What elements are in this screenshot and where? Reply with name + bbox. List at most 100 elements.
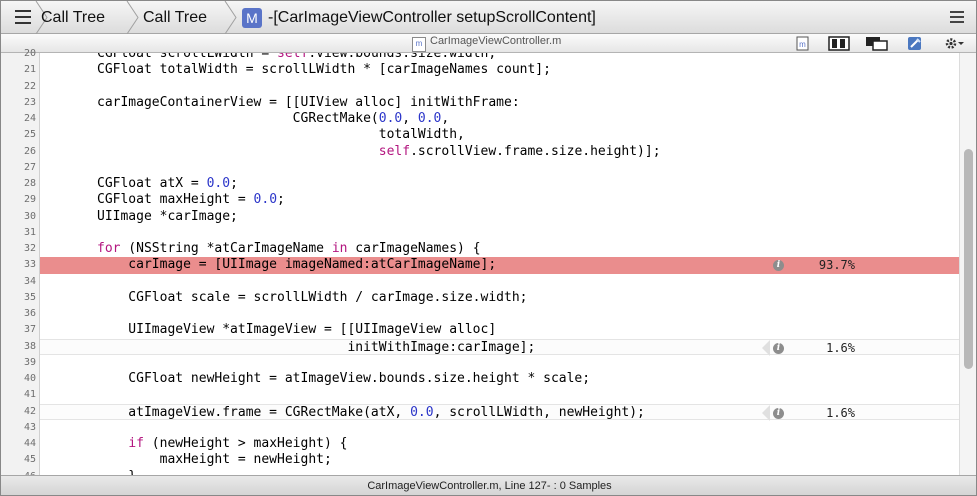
code-line[interactable] [40,160,959,176]
code-text: initWithImage:carImage]; [97,339,536,355]
line-number: 45 [23,454,36,466]
method-signature: -[CarImageViewController setupScrollCont… [268,8,596,26]
related-items-menu-icon[interactable] [15,10,31,25]
line-number: 40 [23,373,36,384]
code-line[interactable] [40,420,959,436]
breadcrumb-call-tree-1[interactable]: Call Tree [41,1,105,34]
code-text: atImageView.frame = CGRectMake(atX, 0.0,… [97,404,645,420]
chevron-right-icon [126,1,139,34]
code-line[interactable]: CGFloat newHeight = atImageView.bounds.s… [40,371,959,387]
code-line[interactable]: self.scrollView.frame.size.height)]; [40,144,959,160]
line-number: 29 [23,194,36,206]
line-number: 39 [23,356,36,368]
info-icon[interactable]: i [773,407,784,419]
code-line[interactable]: CGFloat maxHeight = 0.0; [40,192,959,208]
method-icon: M [242,7,262,28]
code-text: CGFloat scrollLWidth = self.view.bounds.… [97,53,497,61]
status-text: CarImageViewController.m, Line 127- : 0 … [367,480,612,492]
list-icon[interactable] [950,11,964,26]
code-text: UIImageView *atImageView = [[UIImageView… [97,322,497,338]
code-text: for (NSString *atCarImageName in carImag… [97,241,481,256]
code-line[interactable]: CGFloat totalWidth = scrollLWidth * [car… [40,62,959,78]
code-text: CGFloat totalWidth = scrollLWidth * [car… [97,62,551,78]
code-text: UIImage *carImage; [97,208,238,224]
vertical-scrollbar[interactable] [959,53,976,475]
line-number: 27 [23,161,36,173]
jump-bar: Call Tree Call Tree M -[CarImageViewCont… [1,1,976,34]
code-line[interactable] [40,79,959,95]
settings-gear-icon[interactable] [943,36,965,51]
line-number: 23 [23,96,36,108]
info-icon[interactable]: i [773,260,784,272]
code-line[interactable]: UIImageView *atImageView = [[UIImageView… [40,322,959,338]
code-line[interactable]: CGFloat atX = 0.0; [40,176,959,192]
source-file-icon: m [412,37,426,52]
code-line[interactable] [40,387,959,403]
file-name: CarImageViewController.m [430,35,562,47]
code-text: carImageContainerView = [[UIView alloc] … [97,94,520,110]
line-number: 30 [23,210,36,222]
code-line[interactable]: totalWidth, [40,127,959,143]
code-line[interactable]: carImage = [UIImage imageNamed:atCarImag… [40,257,959,274]
line-number: 25 [23,129,36,141]
line-number: 44 [23,438,36,449]
code-line[interactable]: CGFloat scale = scrollLWidth / carImage.… [40,290,959,306]
sample-percentage: 93.7% [818,258,855,273]
svg-text:m: m [799,40,806,49]
breadcrumb-method[interactable]: M -[CarImageViewController setupScrollCo… [242,1,596,34]
code-line[interactable] [40,225,959,241]
breadcrumb-call-tree-2[interactable]: Call Tree [143,1,207,34]
line-number: 38 [23,340,36,352]
line-number: 33 [23,259,36,271]
breadcrumb-label: Call Tree [143,8,208,26]
annotation-notch [762,404,770,421]
code-line[interactable]: maxHeight = newHeight; [40,452,959,468]
breadcrumb-label: Call Tree [41,8,106,26]
annotation-notch [762,339,770,356]
line-number: 35 [23,291,36,303]
code-text: totalWidth, [97,127,465,143]
disassembly-view-icon[interactable] [865,36,889,51]
show-source-file-icon[interactable]: m [795,36,811,51]
line-number: 20 [23,48,36,59]
code-line[interactable] [40,274,959,290]
line-number: 36 [23,308,36,319]
code-line[interactable]: UIImage *carImage; [40,209,959,225]
code-text: CGFloat atX = 0.0; [97,176,238,191]
line-number-gutter: 20 21 22 23 24 25 26 27 28 29 30 31 32 33 34 35 36 37 38 39… [1,48,40,482]
code-text: carImage = [UIImage imageNamed:atCarImag… [97,257,497,273]
line-number: 34 [23,275,36,287]
line-number: 31 [23,226,36,238]
sample-percentage: 1.6% [826,405,855,420]
code-line[interactable] [40,306,959,322]
line-number: 28 [23,178,36,189]
line-number: 24 [23,113,36,124]
code-line[interactable]: CGRectMake(0.0, 0.0, [40,111,959,127]
line-number: 26 [23,145,36,157]
scroll-thumb[interactable] [964,149,973,369]
code-text: CGFloat maxHeight = 0.0; [97,192,285,208]
code-line[interactable]: initWithImage:carImage]; i 1.6% [40,338,959,356]
code-text: maxHeight = newHeight; [97,452,332,468]
code-line[interactable] [40,355,959,371]
line-number: 32 [23,243,36,254]
code-line[interactable]: for (NSString *atCarImageName in carImag… [40,241,959,257]
code-line[interactable]: CGFloat scrollLWidth = self.view.bounds.… [40,53,959,62]
line-number: 37 [23,324,36,336]
line-number: 22 [23,80,36,92]
source-code-area: CGFloat scrollLWidth = self.view.bounds.… [40,53,959,475]
info-icon[interactable]: i [773,342,784,354]
sample-percentage: 1.6% [826,340,855,355]
chevron-right-icon [224,1,237,34]
line-number: 41 [23,389,36,401]
code-line[interactable]: if (newHeight > maxHeight) { [40,436,959,452]
code-text: self.scrollView.frame.size.height)]; [378,143,661,159]
code-line[interactable]: atImageView.frame = CGRectMake(atX, 0.0,… [40,403,959,421]
open-in-xcode-icon[interactable] [906,36,924,51]
code-text: CGRectMake(0.0, 0.0, [97,111,450,126]
line-number: 43 [23,421,36,433]
code-text: if (newHeight > maxHeight) { [128,436,348,451]
code-line[interactable]: carImageContainerView = [[UIView alloc] … [40,95,959,111]
line-number: 21 [23,64,36,76]
side-by-side-view-icon[interactable] [828,36,850,51]
